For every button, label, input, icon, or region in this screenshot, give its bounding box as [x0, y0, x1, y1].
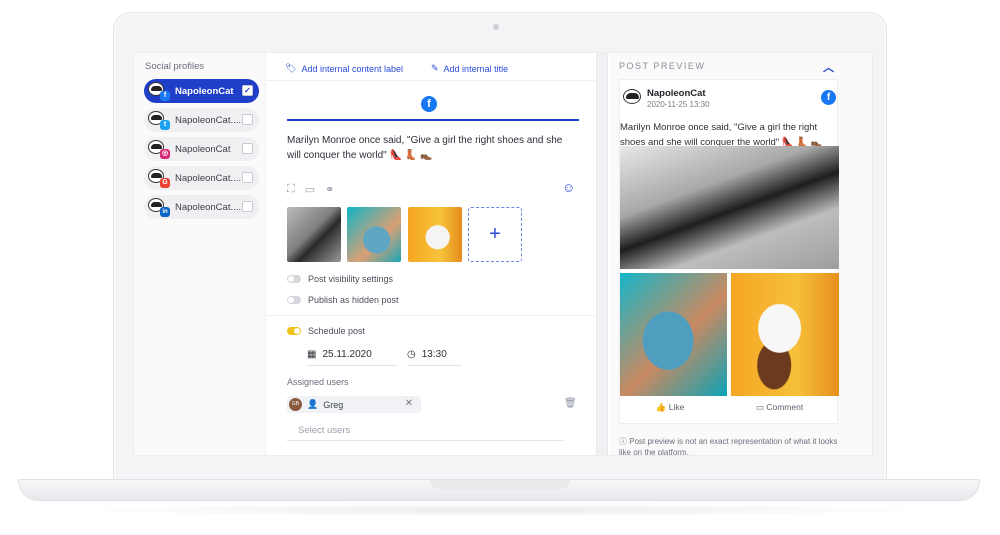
checkbox[interactable] [242, 143, 253, 154]
tag-icon: 🏷 [285, 63, 297, 73]
user-icon: 👤 [307, 399, 319, 409]
laptop-notch [430, 480, 570, 489]
editor-toolbar: 🏷 Add internal content label ✎ Add inter… [267, 53, 595, 81]
visibility-toggle-row[interactable]: Post visibility settings [287, 274, 393, 284]
checkbox[interactable] [242, 201, 253, 212]
hidden-post-label: Publish as hidden post [308, 295, 399, 305]
profile-linkedin[interactable]: in NapoleonCat.... [144, 195, 259, 219]
camera-dot [493, 24, 499, 30]
pencil-icon: ✎ [431, 63, 439, 73]
thumbs-up-icon: 👍 [655, 402, 669, 412]
hidden-post-toggle[interactable] [287, 296, 301, 304]
avatar [623, 87, 643, 107]
emoji-icon[interactable]: ☺ [562, 180, 575, 195]
info-icon: ⓘ [619, 437, 630, 446]
preview-card: NapoleonCat 2020-11-25 13:30 f Marilyn M… [619, 79, 839, 424]
twitter-icon: t [160, 120, 170, 130]
social-profiles-panel: Social profiles f NapoleonCat ✓ t Napole… [134, 53, 266, 455]
profile-name: NapoleonCat.... [175, 172, 242, 184]
add-internal-title-link[interactable]: ✎ Add internal title [431, 63, 508, 74]
time-value: 13:30 [421, 349, 447, 360]
comment-button[interactable]: ▭ Comment [756, 402, 803, 413]
post-editor: 🏷 Add internal content label ✎ Add inter… [267, 53, 595, 455]
avatar: ◎ [148, 140, 170, 159]
assigned-users-title: Assigned users [287, 377, 349, 387]
comment-label: Comment [766, 402, 804, 412]
preview-note-text: Post preview is not an exact representat… [619, 437, 838, 456]
avatar: G [148, 169, 170, 188]
laptop-shadow [60, 503, 940, 517]
calendar-icon: ▦ [307, 349, 317, 360]
card-actions: 👍 Like ▭ Comment [620, 402, 839, 413]
linkedin-icon: in [160, 207, 170, 217]
add-content-label-text: Add internal content label [301, 63, 404, 74]
checkbox[interactable] [242, 172, 253, 183]
date-value: 25.11.2020 [322, 349, 372, 360]
chevron-up-icon[interactable]: ︿ [823, 59, 834, 75]
add-media-button[interactable]: + [468, 207, 522, 262]
add-internal-title-text: Add internal title [443, 63, 509, 74]
instagram-icon: ◎ [160, 149, 170, 159]
post-preview-panel: POST PREVIEW ︿ NapoleonCat 2020-11-25 13… [609, 53, 872, 456]
like-label: Like [668, 402, 685, 412]
avatar: GB [289, 398, 302, 411]
facebook-icon: f [821, 90, 836, 105]
profile-name: NapoleonCat [175, 143, 231, 155]
select-users-input[interactable]: Select users [287, 419, 563, 441]
clock-icon: ◷ [407, 349, 416, 360]
preview-image-main [620, 146, 839, 269]
profile-instagram[interactable]: ◎ NapoleonCat [144, 137, 259, 161]
add-content-label-link[interactable]: 🏷 Add internal content label [285, 63, 403, 74]
visibility-toggle[interactable] [287, 275, 301, 283]
post-timestamp: 2020-11-25 13:30 [647, 100, 710, 109]
laptop-mockup: Social profiles f NapoleonCat ✓ t Napole… [0, 0, 1000, 535]
tab-indicator [287, 119, 579, 121]
facebook-tab-icon[interactable]: f [421, 96, 437, 112]
trash-icon[interactable]: 🗑 [564, 398, 577, 409]
media-tools: ⛶ ▭ ⚭ [287, 183, 334, 196]
user-name: Greg [323, 399, 344, 410]
like-button[interactable]: 👍 Like [656, 402, 685, 413]
schedule-toggle-row[interactable]: Schedule post [287, 326, 365, 336]
post-text-area[interactable]: Marilyn Monroe once said, "Give a girl t… [287, 133, 577, 163]
link-icon[interactable]: ⚭ [325, 183, 334, 196]
time-field[interactable]: ◷ 13:30 [407, 344, 462, 366]
image-icon[interactable]: ▭ [305, 183, 315, 196]
facebook-icon: f [160, 91, 170, 101]
close-icon[interactable]: ✕ [405, 398, 413, 409]
crop-icon[interactable]: ⛶ [287, 183, 295, 196]
app-screen: Social profiles f NapoleonCat ✓ t Napole… [133, 52, 873, 456]
profile-name: NapoleonCat [175, 85, 234, 97]
profile-name: NapoleonCat.... [175, 201, 242, 213]
profile-name: NapoleonCat.... [175, 114, 242, 126]
visibility-label: Post visibility settings [308, 274, 394, 284]
divider [267, 315, 595, 316]
social-profiles-title: Social profiles [145, 61, 205, 72]
preview-note: ⓘ Post preview is not an exact represent… [619, 436, 851, 456]
post-preview-title: POST PREVIEW [619, 61, 706, 71]
preview-image [620, 273, 727, 396]
account-name: NapoleonCat [647, 88, 706, 99]
media-thumbnail[interactable] [408, 207, 462, 262]
schedule-label: Schedule post [308, 326, 366, 336]
hidden-post-toggle-row[interactable]: Publish as hidden post [287, 295, 399, 305]
media-thumbnail[interactable] [347, 207, 401, 262]
google-icon: G [160, 178, 170, 188]
profile-twitter[interactable]: t NapoleonCat.... [144, 108, 259, 132]
avatar: in [148, 198, 170, 217]
comment-icon: ▭ [755, 402, 767, 412]
avatar: t [148, 111, 170, 130]
avatar: f [148, 82, 170, 101]
user-chip: GB 👤 Greg ✕ [287, 396, 421, 413]
schedule-toggle[interactable] [287, 327, 301, 335]
profile-facebook[interactable]: f NapoleonCat ✓ [144, 79, 259, 103]
preview-image [731, 273, 839, 396]
date-field[interactable]: ▦ 25.11.2020 [307, 344, 397, 366]
checkbox[interactable] [242, 114, 253, 125]
check-icon[interactable]: ✓ [242, 85, 253, 96]
panel-divider [596, 53, 608, 455]
media-thumbnail[interactable] [287, 207, 341, 262]
profile-google[interactable]: G NapoleonCat.... [144, 166, 259, 190]
